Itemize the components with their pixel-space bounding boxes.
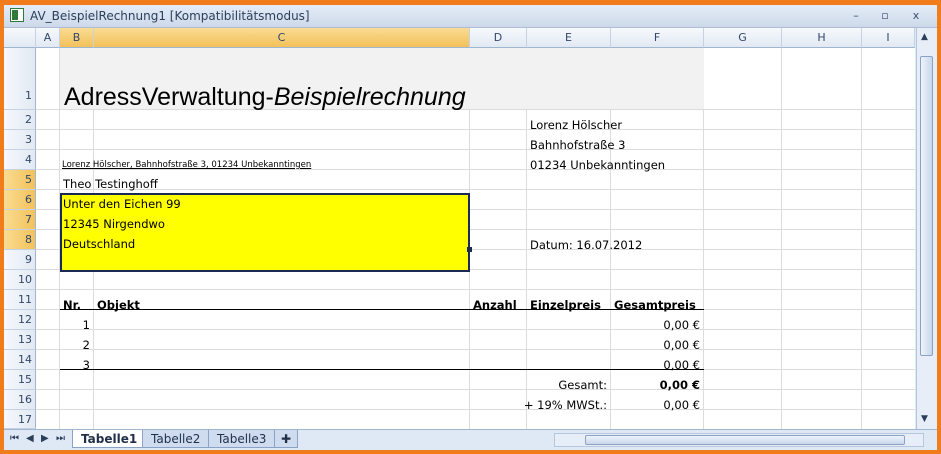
column-header-e[interactable]: E bbox=[527, 28, 611, 48]
cell-e2[interactable]: Lorenz Hölscher bbox=[530, 118, 622, 132]
mwst-label[interactable]: + 19% MWSt.: bbox=[517, 398, 607, 412]
row-header-17[interactable]: 17 bbox=[4, 410, 36, 429]
heading-italic-text: Beispielrechnung bbox=[273, 83, 466, 111]
tab-tabelle3[interactable]: Tabelle3 bbox=[208, 430, 276, 448]
column-header-c[interactable]: C bbox=[94, 28, 470, 48]
scroll-up-arrow-icon[interactable]: ▲ bbox=[921, 32, 928, 42]
cell-e3[interactable]: Bahnhofstraße 3 bbox=[530, 138, 625, 152]
restore-button[interactable]: ▫ bbox=[875, 8, 895, 24]
title-bar: AV_BeispielRechnung1 [Kompatibilitätsmod… bbox=[4, 5, 937, 28]
heading-plain-text: AdressVerwaltung- bbox=[64, 83, 274, 111]
tab-tabelle2[interactable]: Tabelle2 bbox=[142, 430, 210, 448]
cell-e8[interactable]: Datum: 16.07.2012 bbox=[530, 238, 642, 252]
column-header-i[interactable]: I bbox=[862, 28, 915, 48]
worksheet-grid[interactable]: A B C D E F G H I 1 2 3 4 5 6 7 8 9 10 1… bbox=[4, 28, 915, 429]
gridline bbox=[36, 329, 915, 330]
mwst-value[interactable]: 0,00 € bbox=[611, 398, 700, 412]
row-header-1[interactable]: 1 bbox=[4, 48, 36, 110]
gesamt-label[interactable]: Gesamt: bbox=[527, 378, 607, 392]
gridline bbox=[36, 389, 915, 390]
horizontal-scroll-thumb[interactable] bbox=[585, 435, 905, 445]
vertical-scroll-thumb[interactable] bbox=[920, 56, 933, 356]
cell-b6[interactable]: Unter den Eichen 99 bbox=[63, 197, 181, 211]
scroll-down-arrow-icon[interactable]: ▼ bbox=[921, 414, 928, 424]
item-gesamt[interactable]: 0,00 € bbox=[611, 338, 700, 352]
header-underline bbox=[60, 309, 704, 310]
row-header-13[interactable]: 13 bbox=[4, 330, 36, 350]
item-nr[interactable]: 2 bbox=[60, 338, 90, 352]
fill-handle[interactable] bbox=[467, 247, 472, 252]
insert-sheet-icon[interactable]: ✚ bbox=[274, 430, 298, 448]
row-header-9[interactable]: 9 bbox=[4, 250, 36, 270]
sheet-tab-bar: ⏮ ◀ ▶ ⏭ Tabelle1 Tabelle2 Tabelle3 ✚ bbox=[4, 429, 937, 450]
gridline bbox=[781, 48, 782, 429]
row-header-8[interactable]: 8 bbox=[4, 230, 36, 250]
row-header-12[interactable]: 12 bbox=[4, 310, 36, 330]
select-all-corner[interactable] bbox=[4, 28, 36, 48]
row-header-14[interactable]: 14 bbox=[4, 350, 36, 370]
excel-app-icon[interactable] bbox=[10, 8, 24, 22]
row-header-7[interactable]: 7 bbox=[4, 210, 36, 230]
cell-b8[interactable]: Deutschland bbox=[63, 237, 135, 251]
gesamt-value[interactable]: 0,00 € bbox=[611, 378, 700, 392]
cell-b7[interactable]: 12345 Nirgendwo bbox=[63, 217, 165, 231]
column-header-b[interactable]: B bbox=[60, 28, 94, 48]
gridline bbox=[36, 289, 915, 290]
item-gesamt[interactable]: 0,00 € bbox=[611, 318, 700, 332]
horizontal-scrollbar[interactable] bbox=[554, 433, 924, 447]
column-header-g[interactable]: G bbox=[704, 28, 782, 48]
excel-window: AV_BeispielRechnung1 [Kompatibilitätsmod… bbox=[4, 5, 937, 450]
gridline bbox=[36, 349, 915, 350]
gridline bbox=[36, 149, 915, 150]
item-nr[interactable]: 1 bbox=[60, 318, 90, 332]
row-header-15[interactable]: 15 bbox=[4, 370, 36, 390]
gridline bbox=[36, 189, 915, 190]
cell-b5[interactable]: Theo Testinghoff bbox=[63, 177, 158, 191]
vertical-scrollbar[interactable]: ▲ ▼ bbox=[916, 28, 937, 429]
row-header-11[interactable]: 11 bbox=[4, 290, 36, 310]
last-sheet-arrow-icon[interactable]: ⏭ bbox=[56, 433, 65, 444]
row-header-2[interactable]: 2 bbox=[4, 110, 36, 130]
sheet-heading[interactable]: AdressVerwaltung-Beispielrechnung bbox=[64, 83, 466, 112]
cell-e4[interactable]: 01234 Unbekanntingen bbox=[530, 158, 665, 172]
window-title: AV_BeispielRechnung1 [Kompatibilitätsmod… bbox=[30, 9, 310, 23]
gridline bbox=[861, 48, 862, 429]
row-header-4[interactable]: 4 bbox=[4, 150, 36, 170]
first-sheet-arrow-icon[interactable]: ⏮ bbox=[10, 433, 19, 444]
gridline bbox=[36, 409, 915, 410]
column-header-f[interactable]: F bbox=[611, 28, 704, 48]
column-header-d[interactable]: D bbox=[470, 28, 527, 48]
row-header-5[interactable]: 5 bbox=[4, 170, 36, 190]
row-header-16[interactable]: 16 bbox=[4, 390, 36, 410]
row-header-3[interactable]: 3 bbox=[4, 130, 36, 150]
prev-sheet-arrow-icon[interactable]: ◀ bbox=[26, 433, 34, 444]
row-header-6[interactable]: 6 bbox=[4, 190, 36, 210]
sender-line[interactable]: Lorenz Hölscher, Bahnhofstraße 3, 01234 … bbox=[62, 160, 311, 170]
close-button[interactable]: x bbox=[906, 8, 926, 24]
row-header-10[interactable]: 10 bbox=[4, 270, 36, 290]
tab-tabelle1[interactable]: Tabelle1 bbox=[72, 430, 147, 448]
items-bottom-border bbox=[60, 369, 704, 370]
column-header-a[interactable]: A bbox=[36, 28, 60, 48]
next-sheet-arrow-icon[interactable]: ▶ bbox=[41, 433, 49, 444]
column-header-h[interactable]: H bbox=[782, 28, 862, 48]
gridline bbox=[36, 129, 915, 130]
minimize-button[interactable]: – bbox=[846, 8, 866, 24]
